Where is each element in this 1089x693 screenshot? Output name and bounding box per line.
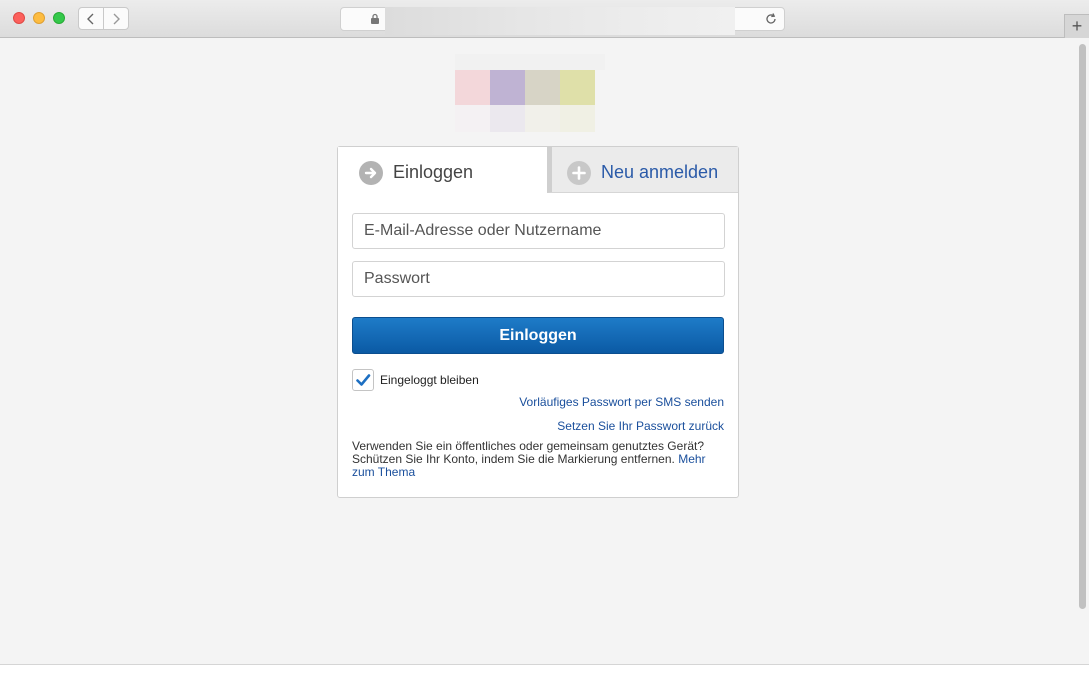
chevron-right-icon <box>113 13 120 24</box>
shared-device-info: Verwenden Sie ein öffentliches oder geme… <box>352 440 724 479</box>
password-input[interactable] <box>352 261 725 297</box>
login-card: Einloggen Neu anmelden Einloggen Eingelo… <box>337 146 739 498</box>
tab-register-label: Neu anmelden <box>601 162 719 182</box>
address-url-blurred <box>385 7 735 35</box>
lock-icon <box>371 13 379 24</box>
window-maximize-button[interactable] <box>53 12 65 24</box>
scrollbar[interactable] <box>1079 44 1086 609</box>
browser-toolbar: + <box>0 0 1089 38</box>
tab-register[interactable]: Neu anmelden <box>547 147 738 193</box>
plus-circle-icon <box>567 161 591 185</box>
address-bar[interactable] <box>340 7 785 35</box>
reset-password-link[interactable]: Setzen Sie Ihr Passwort zurück <box>557 419 724 433</box>
auth-tabs: Einloggen Neu anmelden <box>338 147 738 194</box>
checkmark-icon <box>356 374 371 386</box>
remember-label: Eingeloggt bleiben <box>380 373 479 387</box>
tab-login-label: Einloggen <box>393 162 474 182</box>
shared-device-text: Verwenden Sie ein öffentliches oder geme… <box>352 439 704 466</box>
reload-icon[interactable] <box>764 12 778 26</box>
forward-button[interactable] <box>103 7 129 30</box>
status-bar <box>0 664 1089 693</box>
sms-password-link[interactable]: Vorläufiges Passwort per SMS senden <box>519 395 724 409</box>
window-minimize-button[interactable] <box>33 12 45 24</box>
new-tab-button[interactable]: + <box>1064 14 1089 38</box>
brand-logo <box>455 54 605 134</box>
email-input[interactable] <box>352 213 725 249</box>
chevron-left-icon <box>87 13 94 24</box>
arrow-right-circle-icon <box>359 161 383 185</box>
window-close-button[interactable] <box>13 12 25 24</box>
tab-login[interactable]: Einloggen <box>338 147 547 194</box>
login-button[interactable]: Einloggen <box>352 317 724 354</box>
remember-checkbox[interactable] <box>352 369 374 391</box>
back-button[interactable] <box>78 7 104 30</box>
